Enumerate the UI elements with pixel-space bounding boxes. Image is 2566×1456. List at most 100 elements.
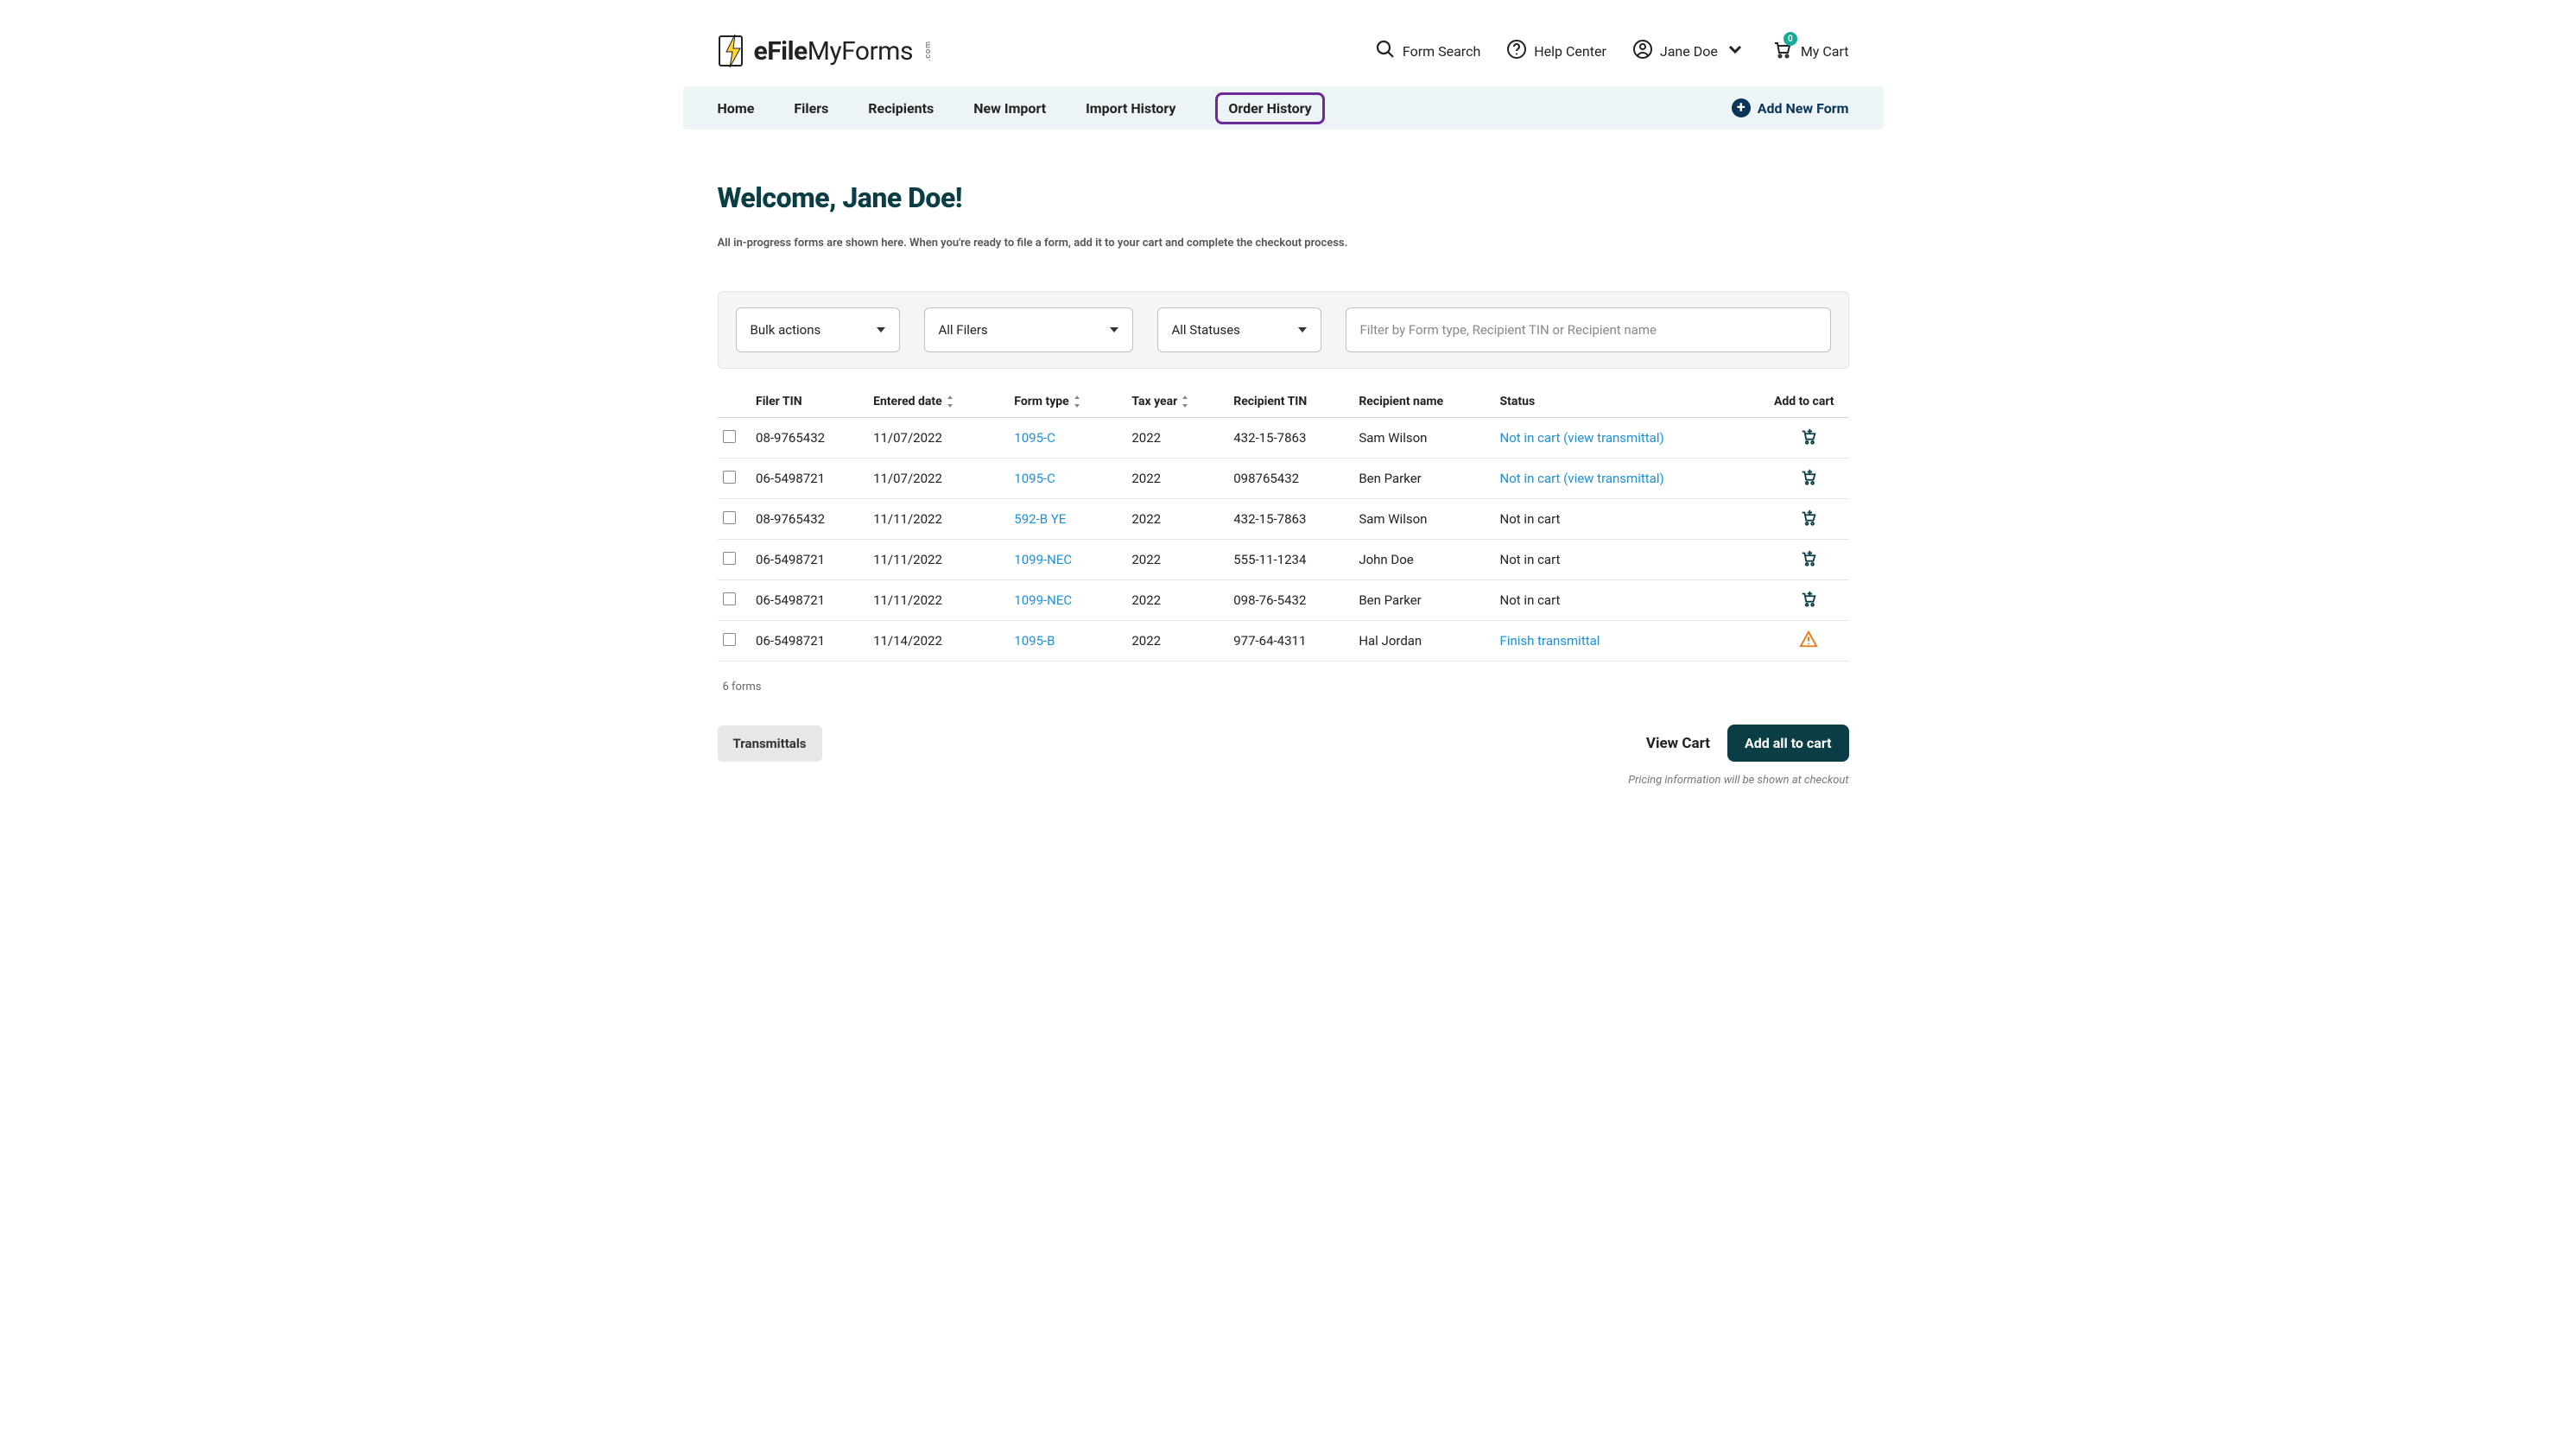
- cart-badge: 0: [1784, 32, 1797, 46]
- cell-recipient-name: Sam Wilson: [1353, 418, 1494, 459]
- form-type-link[interactable]: 1099-NEC: [1014, 552, 1072, 567]
- cell-filer-tin: 06-5498721: [751, 621, 868, 662]
- bulk-actions-label: Bulk actions: [751, 322, 821, 338]
- form-type-link[interactable]: 1099-NEC: [1014, 592, 1072, 608]
- row-checkbox[interactable]: [723, 430, 736, 443]
- nav-new-import[interactable]: New Import: [973, 95, 1046, 122]
- cell-filer-tin: 06-5498721: [751, 540, 868, 580]
- table-row: 06-5498721 11/07/2022 1095-C 2022 098765…: [718, 459, 1849, 499]
- filter-search-placeholder: Filter by Form type, Recipient TIN or Re…: [1360, 322, 1657, 338]
- help-center-link[interactable]: Help Center: [1506, 39, 1606, 63]
- form-type-link[interactable]: 1095-C: [1014, 471, 1055, 486]
- add-to-cart-icon[interactable]: [1799, 596, 1818, 611]
- table-row: 08-9765432 11/07/2022 1095-C 2022 432-15…: [718, 418, 1849, 459]
- logo-text: eFileMyForms: [754, 36, 913, 66]
- logo-com-text: .com: [924, 41, 933, 61]
- filers-label: All Filers: [939, 322, 988, 338]
- my-cart-link[interactable]: 0 My Cart: [1771, 39, 1849, 63]
- caret-down-icon: [877, 327, 885, 332]
- statuses-select[interactable]: All Statuses: [1157, 307, 1321, 352]
- cell-entered-date: 11/07/2022: [868, 459, 1009, 499]
- add-to-cart-icon[interactable]: [1799, 474, 1818, 490]
- row-checkbox[interactable]: [723, 592, 736, 605]
- cell-filer-tin: 06-5498721: [751, 459, 868, 499]
- cell-tax-year: 2022: [1126, 499, 1228, 540]
- col-entered-date[interactable]: Entered date: [868, 388, 1009, 418]
- add-all-to-cart-button[interactable]: Add all to cart: [1727, 725, 1849, 762]
- forms-table: Filer TIN Entered date Form type Tax yea…: [718, 388, 1849, 662]
- col-recipient-tin: Recipient TIN: [1228, 388, 1353, 418]
- col-checkbox: [718, 388, 751, 418]
- my-cart-label: My Cart: [1801, 43, 1849, 60]
- header: eFileMyForms .com Form Search Help Cente…: [718, 0, 1849, 86]
- add-to-cart-icon[interactable]: [1799, 434, 1818, 449]
- cell-tax-year: 2022: [1126, 540, 1228, 580]
- user-menu[interactable]: Jane Doe: [1632, 39, 1746, 63]
- add-to-cart-icon[interactable]: [1799, 515, 1818, 530]
- filter-search-input[interactable]: Filter by Form type, Recipient TIN or Re…: [1346, 307, 1831, 352]
- view-cart-button[interactable]: View Cart: [1646, 735, 1710, 752]
- warning-icon: [1799, 636, 1818, 652]
- form-type-link[interactable]: 592-B YE: [1014, 511, 1066, 527]
- plus-circle-icon: +: [1732, 98, 1751, 117]
- form-type-link[interactable]: 1095-B: [1014, 633, 1055, 649]
- form-search-label: Form Search: [1403, 43, 1480, 60]
- nav-import-history[interactable]: Import History: [1086, 95, 1175, 122]
- nav-recipients[interactable]: Recipients: [868, 95, 934, 122]
- cell-status: Not in cart: [1500, 552, 1561, 567]
- add-new-form-button[interactable]: + Add New Form: [1732, 98, 1849, 117]
- form-search-link[interactable]: Form Search: [1375, 39, 1480, 63]
- cell-tax-year: 2022: [1126, 418, 1228, 459]
- cell-status[interactable]: Finish transmittal: [1500, 633, 1600, 649]
- nav-filers[interactable]: Filers: [794, 95, 828, 122]
- cell-status: Not in cart: [1500, 592, 1561, 608]
- form-type-link[interactable]: 1095-C: [1014, 430, 1055, 446]
- row-checkbox[interactable]: [723, 511, 736, 524]
- caret-down-icon: [1298, 327, 1307, 332]
- nav-order-history[interactable]: Order History: [1215, 92, 1324, 124]
- cell-status[interactable]: Not in cart (view transmittal): [1500, 430, 1664, 446]
- col-filer-tin: Filer TIN: [751, 388, 868, 418]
- cell-tax-year: 2022: [1126, 621, 1228, 662]
- welcome-section: Welcome, Jane Doe! All in-progress forms…: [718, 130, 1849, 265]
- header-actions: Form Search Help Center Jane Doe: [1375, 39, 1849, 63]
- cell-recipient-name: Hal Jordan: [1353, 621, 1494, 662]
- cell-entered-date: 11/11/2022: [868, 499, 1009, 540]
- search-icon: [1375, 39, 1396, 63]
- table-row: 06-5498721 11/11/2022 1099-NEC 2022 098-…: [718, 580, 1849, 621]
- sort-icon: [1073, 396, 1081, 408]
- cell-recipient-name: Ben Parker: [1353, 580, 1494, 621]
- cell-entered-date: 11/07/2022: [868, 418, 1009, 459]
- cell-status[interactable]: Not in cart (view transmittal): [1500, 471, 1664, 486]
- cell-filer-tin: 08-9765432: [751, 499, 868, 540]
- nav-home[interactable]: Home: [718, 95, 755, 122]
- col-form-type[interactable]: Form type: [1009, 388, 1126, 418]
- cell-filer-tin: 06-5498721: [751, 580, 868, 621]
- user-icon: [1632, 39, 1653, 63]
- row-checkbox[interactable]: [723, 552, 736, 565]
- row-checkbox[interactable]: [723, 471, 736, 484]
- sort-icon: [1181, 396, 1189, 408]
- cell-recipient-tin: 555-11-1234: [1228, 540, 1353, 580]
- logo[interactable]: eFileMyForms .com: [718, 33, 940, 69]
- cell-recipient-tin: 977-64-4311: [1228, 621, 1353, 662]
- cell-recipient-name: John Doe: [1353, 540, 1494, 580]
- footer-actions: Transmittals View Cart Add all to cart: [718, 725, 1849, 762]
- cell-recipient-name: Sam Wilson: [1353, 499, 1494, 540]
- statuses-label: All Statuses: [1172, 322, 1240, 338]
- cell-entered-date: 11/11/2022: [868, 580, 1009, 621]
- nav-items: Home Filers Recipients New Import Import…: [718, 92, 1732, 124]
- pricing-note: Pricing information will be shown at che…: [718, 774, 1849, 787]
- col-tax-year[interactable]: Tax year: [1126, 388, 1228, 418]
- transmittals-button[interactable]: Transmittals: [718, 725, 822, 762]
- help-center-label: Help Center: [1534, 43, 1606, 60]
- row-checkbox[interactable]: [723, 633, 736, 646]
- table-row: 06-5498721 11/11/2022 1099-NEC 2022 555-…: [718, 540, 1849, 580]
- cell-tax-year: 2022: [1126, 459, 1228, 499]
- cell-recipient-tin: 098765432: [1228, 459, 1353, 499]
- cell-recipient-tin: 098-76-5432: [1228, 580, 1353, 621]
- add-to-cart-icon[interactable]: [1799, 555, 1818, 571]
- filers-select[interactable]: All Filers: [924, 307, 1133, 352]
- help-icon: [1506, 39, 1527, 63]
- bulk-actions-select[interactable]: Bulk actions: [736, 307, 900, 352]
